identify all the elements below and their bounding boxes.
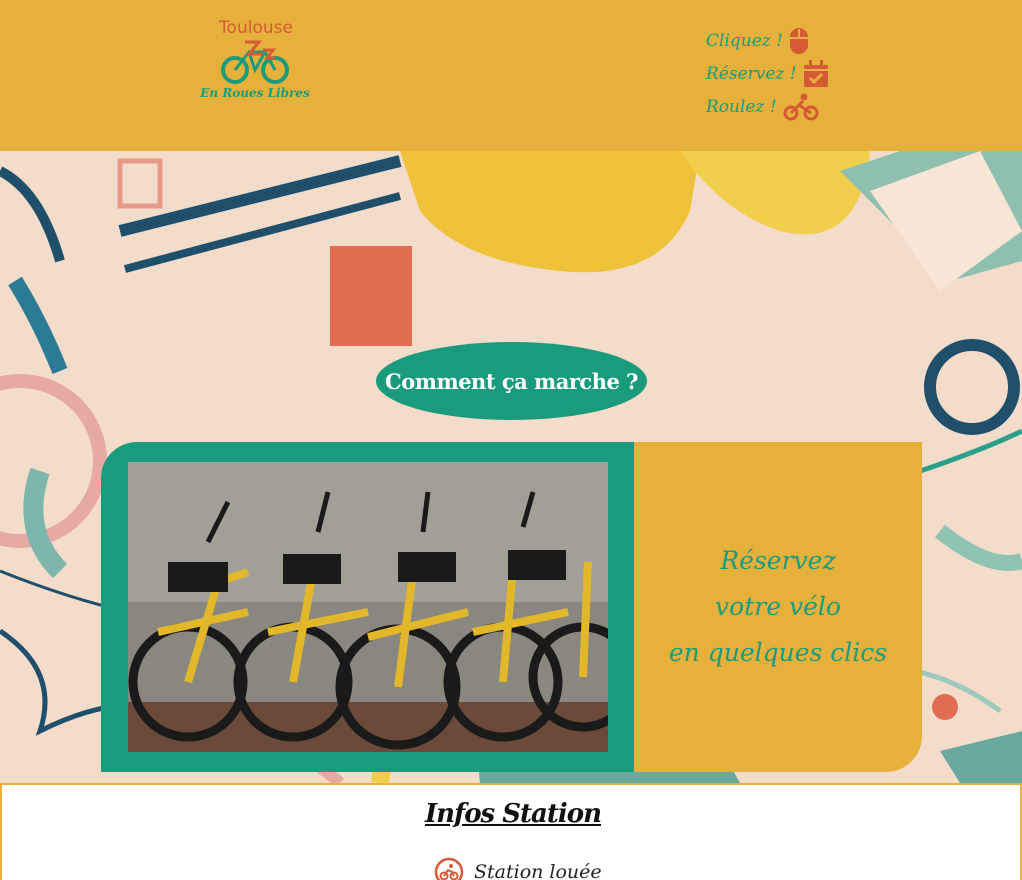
calendar-check-icon (803, 59, 829, 88)
tagline-label: Cliquez ! (706, 30, 783, 51)
cyclist-icon (783, 93, 819, 121)
station-status: Station louée (434, 857, 602, 880)
slide-text-line-1: Réservez (720, 546, 836, 575)
infos-title: Infos Station (424, 799, 602, 829)
slide-text-line-3: en quelques clics (668, 638, 888, 667)
bike-station-icon (434, 857, 464, 880)
logo-top-text: Toulouse (219, 18, 293, 38)
bike-logo-icon (221, 40, 289, 84)
how-it-works-button[interactable]: Comment ça marche ? (376, 342, 647, 420)
yellow-bikes-photo (128, 462, 608, 752)
slide-text-line-2: votre vélo (715, 592, 841, 621)
station-label: Station louée (474, 861, 602, 880)
tagline-label: Réservez ! (706, 63, 797, 84)
carousel-slide: Réservez votre vélo en quelques clics (101, 442, 922, 772)
logo[interactable]: Toulouse En Roues Libres (190, 18, 320, 122)
tagline-reserve: Réservez ! (706, 57, 846, 90)
slide-caption: Réservez votre vélo en quelques clics (634, 442, 922, 772)
site-header: Toulouse En Roues Libres Cliquez ! Réser… (0, 0, 1022, 151)
taglines: Cliquez ! Réservez ! Roulez ! (706, 24, 846, 123)
logo-bottom-text: En Roues Libres (200, 86, 310, 100)
slide-image-frame (101, 442, 636, 772)
tagline-label: Roulez ! (706, 96, 777, 117)
tagline-click: Cliquez ! (706, 24, 846, 57)
infos-station-section: Infos Station Station louée (0, 783, 1022, 880)
hero-carousel: Comment ça marche ? Réservez votre vélo … (0, 151, 1022, 783)
tagline-ride: Roulez ! (706, 90, 846, 123)
mouse-icon (789, 27, 809, 55)
